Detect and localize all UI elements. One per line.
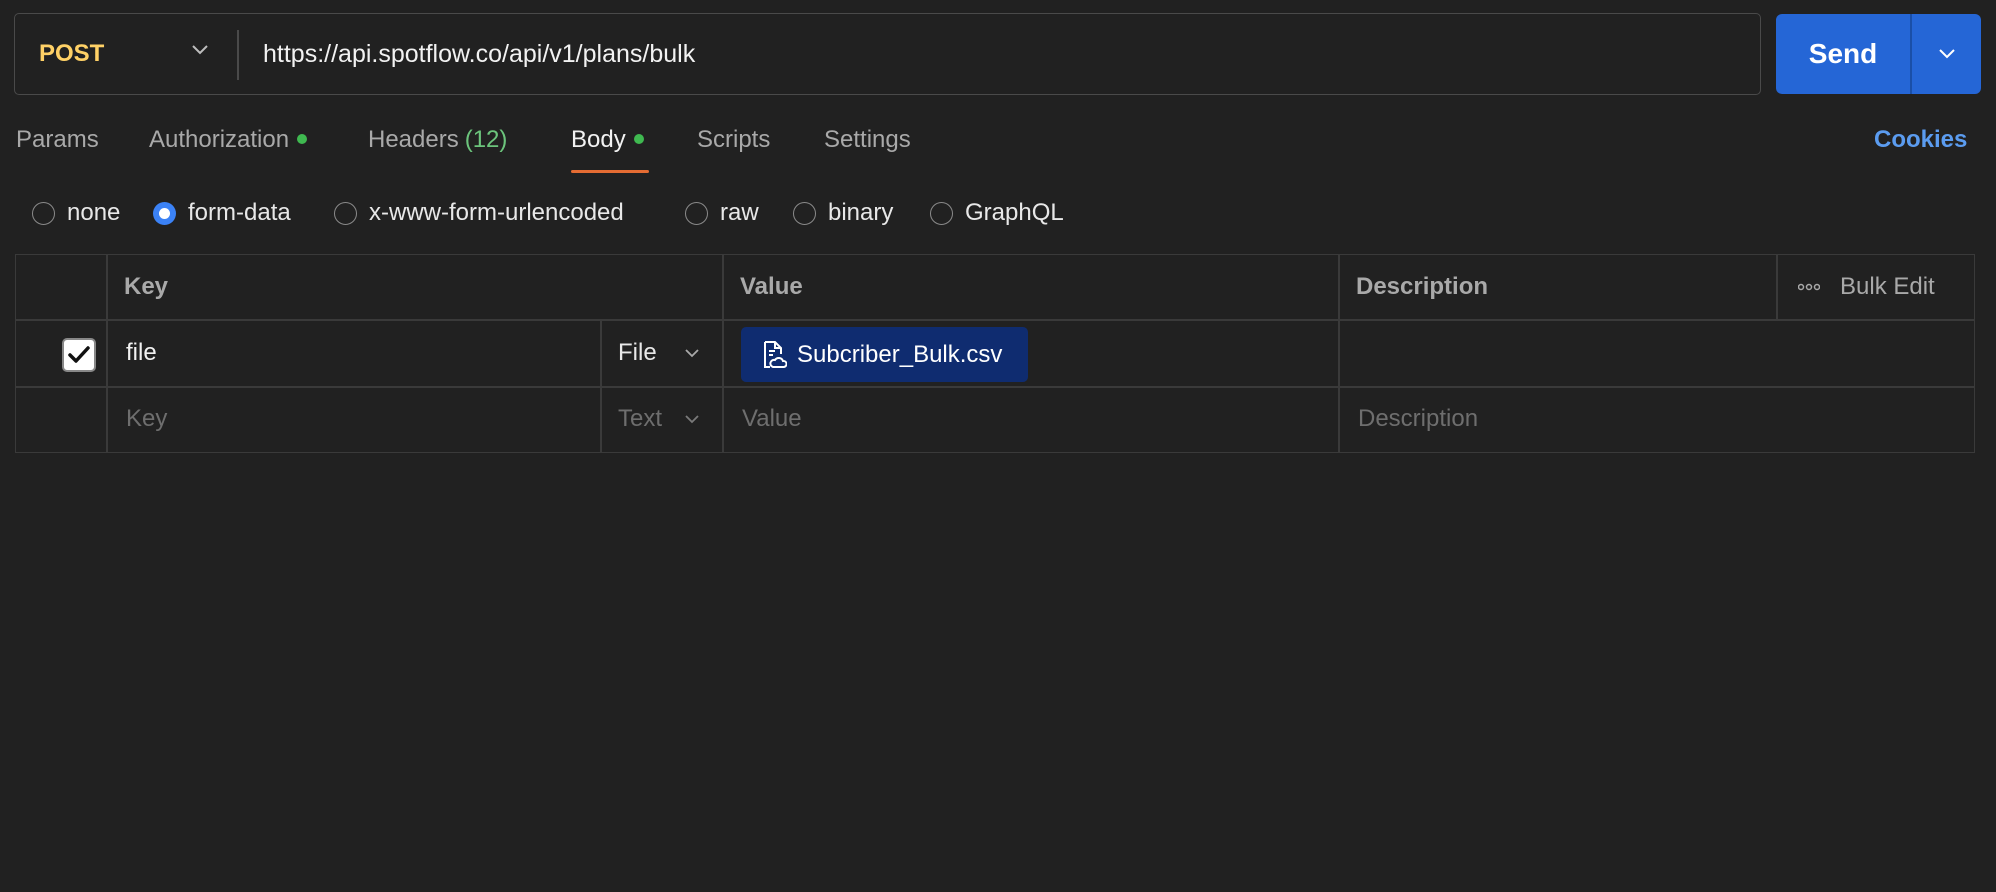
tab-label: Body <box>571 126 626 153</box>
tab-scripts[interactable]: Scripts <box>697 126 770 154</box>
radio-graphql[interactable]: GraphQL <box>930 198 1064 228</box>
row-enabled-checkbox[interactable] <box>62 338 96 372</box>
table-divider <box>1338 255 1340 452</box>
column-header-value: Value <box>740 273 803 300</box>
request-bar: POST https://api.spotflow.co/api/v1/plan… <box>14 13 1761 95</box>
form-data-table: Key Value Description Bulk Edit file Fil… <box>15 254 1975 453</box>
radio-binary[interactable]: binary <box>793 198 893 228</box>
table-divider <box>722 255 724 452</box>
file-icon <box>764 340 787 368</box>
radio-circle <box>685 201 708 225</box>
radio-circle <box>32 201 55 225</box>
value-placeholder: Value <box>742 405 802 432</box>
description-input[interactable] <box>1356 319 1956 386</box>
send-button[interactable]: Send <box>1776 14 1910 94</box>
tab-label: Params <box>16 126 99 153</box>
method-select[interactable]: POST <box>15 14 237 94</box>
url-input[interactable]: https://api.spotflow.co/api/v1/plans/bul… <box>263 14 695 94</box>
type-select[interactable]: File <box>602 319 722 386</box>
bulk-edit-button[interactable]: Bulk Edit <box>1776 255 1935 319</box>
active-tab-indicator <box>571 170 649 173</box>
cookies-link[interactable]: Cookies <box>1874 126 1967 154</box>
file-name: Subcriber_Bulk.csv <box>797 340 1003 368</box>
radio-label: raw <box>720 199 759 226</box>
bulk-edit-label: Bulk Edit <box>1840 273 1935 300</box>
status-dot-icon <box>633 133 644 144</box>
table-divider <box>16 386 1974 388</box>
radio-circle <box>930 201 953 225</box>
tab-params[interactable]: Params <box>16 126 99 154</box>
checkmark-icon <box>68 346 90 363</box>
column-header-description: Description <box>1356 273 1489 300</box>
key-input[interactable]: file <box>126 319 157 386</box>
tab-label: Authorization <box>149 126 290 153</box>
tab-label: Headers <box>368 126 459 153</box>
chevron-down-icon <box>685 348 699 357</box>
chevron-down-icon <box>685 415 699 424</box>
new-value-input[interactable]: Value <box>742 386 802 452</box>
tab-authorization[interactable]: Authorization <box>149 126 308 154</box>
radio-circle <box>334 201 357 225</box>
key-value: file <box>126 338 157 366</box>
radio-label: form-data <box>188 199 291 226</box>
tab-body[interactable]: Body <box>571 126 644 154</box>
tab-headers[interactable]: Headers (12) <box>368 126 507 154</box>
header-count-badge: (12) <box>464 126 508 153</box>
file-chip[interactable]: Subcriber_Bulk.csv <box>741 327 1028 382</box>
more-options-icon <box>1798 283 1820 291</box>
key-placeholder: Key <box>126 405 168 432</box>
new-type-select[interactable]: Text <box>602 386 722 452</box>
send-button-group: Send <box>1776 14 1981 94</box>
send-options-button[interactable] <box>1912 14 1981 94</box>
type-label: Text <box>618 405 663 432</box>
status-dot-icon <box>297 133 308 144</box>
chevron-down-icon <box>1938 49 1955 59</box>
table-divider <box>106 255 108 452</box>
type-label: File <box>618 338 657 366</box>
divider <box>237 30 239 80</box>
tab-settings[interactable]: Settings <box>824 126 911 154</box>
radio-label: x-www-form-urlencoded <box>369 199 624 226</box>
radio-none[interactable]: none <box>32 198 120 228</box>
url-text: https://api.spotflow.co/api/v1/plans/bul… <box>263 39 696 68</box>
tab-label: Scripts <box>697 126 771 153</box>
chevron-down-icon <box>192 45 208 55</box>
new-description-input[interactable]: Description <box>1358 386 1478 452</box>
radio-label: binary <box>828 199 894 226</box>
method-label: POST <box>39 40 105 67</box>
description-placeholder: Description <box>1358 405 1479 432</box>
radio-form-data[interactable]: form-data <box>153 198 291 228</box>
tab-label: Settings <box>824 126 911 153</box>
column-header-key: Key <box>124 273 169 300</box>
radio-label: none <box>67 199 121 226</box>
radio-label: GraphQL <box>965 199 1064 226</box>
radio-raw[interactable]: raw <box>685 198 759 228</box>
radio-circle <box>793 201 816 225</box>
new-key-input[interactable]: Key <box>126 386 167 452</box>
radio-x-www-form-urlencoded[interactable]: x-www-form-urlencoded <box>334 198 624 228</box>
radio-circle-selected <box>153 201 176 225</box>
